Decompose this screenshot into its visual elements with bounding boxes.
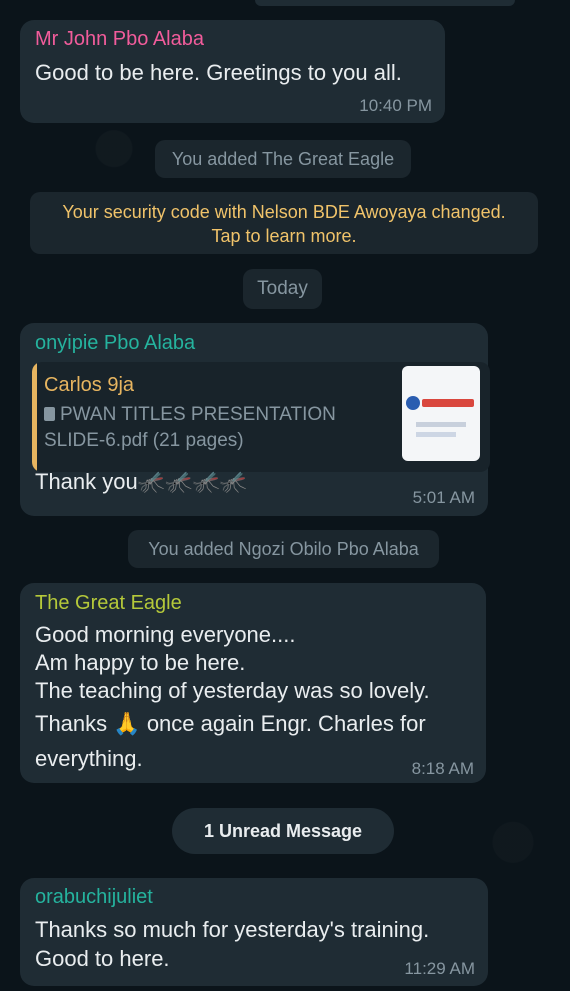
sender-name[interactable]: orabuchijuliet bbox=[35, 886, 153, 909]
message-text-content: Thank you bbox=[35, 469, 138, 494]
document-thumbnail bbox=[402, 366, 480, 461]
message-text-segment: once again Engr. Charles for bbox=[146, 711, 426, 736]
message-text: Thank you🦟🦟🦟🦟 bbox=[35, 467, 247, 497]
message-bubble[interactable]: onyipie Pbo Alaba Carlos 9ja PWAN TITLES… bbox=[20, 323, 490, 516]
date-chip: Today bbox=[243, 269, 322, 309]
message-bubble[interactable]: Mr John Pbo Alaba Good to be here. Greet… bbox=[20, 20, 445, 123]
system-message: You added Ngozi Obilo Pbo Alaba bbox=[128, 530, 439, 568]
praying-hands-emoji: 🙏 bbox=[113, 711, 141, 736]
document-icon bbox=[44, 407, 55, 421]
message-bubble[interactable]: orabuchijuliet Thanks so much for yester… bbox=[20, 878, 488, 986]
security-notice-line2: Tap to learn more. bbox=[211, 226, 357, 246]
message-time: 11:29 AM bbox=[404, 959, 475, 978]
message-text-line: Good to here. bbox=[35, 946, 170, 971]
quoted-message[interactable]: Carlos 9ja PWAN TITLES PRESENTATION SLID… bbox=[32, 362, 490, 472]
message-text-line: Am happy to be here. bbox=[35, 650, 246, 675]
system-message: You added The Great Eagle bbox=[155, 140, 411, 178]
quote-document-name-line2: SLIDE-6.pdf (21 pages) bbox=[44, 430, 244, 451]
message-bubble[interactable]: The Great Eagle Good morning everyone...… bbox=[20, 583, 486, 783]
mosquito-emoji: 🦟🦟🦟🦟 bbox=[137, 469, 248, 494]
message-time: 10:40 PM bbox=[359, 96, 432, 115]
message-text-line: The teaching of yesterday was so lovely. bbox=[35, 678, 430, 703]
message-time: 8:18 AM bbox=[411, 759, 474, 778]
sender-name[interactable]: The Great Eagle bbox=[35, 592, 182, 615]
message-text: Good to be here. Greetings to you all. bbox=[35, 60, 402, 85]
message-text-line: Good morning everyone.... bbox=[35, 622, 296, 647]
message-text-segment: Thanks bbox=[35, 711, 108, 736]
previous-message-bubble[interactable] bbox=[255, 0, 515, 6]
message-time: 5:01 AM bbox=[412, 488, 475, 507]
sender-name[interactable]: onyipie Pbo Alaba bbox=[35, 332, 195, 355]
message-text-line: Thanks 🙏 once again Engr. Charles for bbox=[35, 709, 426, 739]
message-text-line: everything. bbox=[35, 746, 143, 771]
message-text-line: Thanks so much for yesterday's training. bbox=[35, 917, 430, 942]
security-notice-line1: Your security code with Nelson BDE Awoya… bbox=[62, 202, 506, 222]
quote-accent-bar bbox=[32, 362, 37, 472]
unread-messages-divider: 1 Unread Message bbox=[172, 808, 394, 854]
quote-author: Carlos 9ja bbox=[44, 374, 135, 396]
security-code-notice[interactable]: Your security code with Nelson BDE Awoya… bbox=[30, 192, 538, 254]
quote-document-name-line1: PWAN TITLES PRESENTATION bbox=[60, 404, 336, 425]
sender-name[interactable]: Mr John Pbo Alaba bbox=[35, 28, 204, 51]
